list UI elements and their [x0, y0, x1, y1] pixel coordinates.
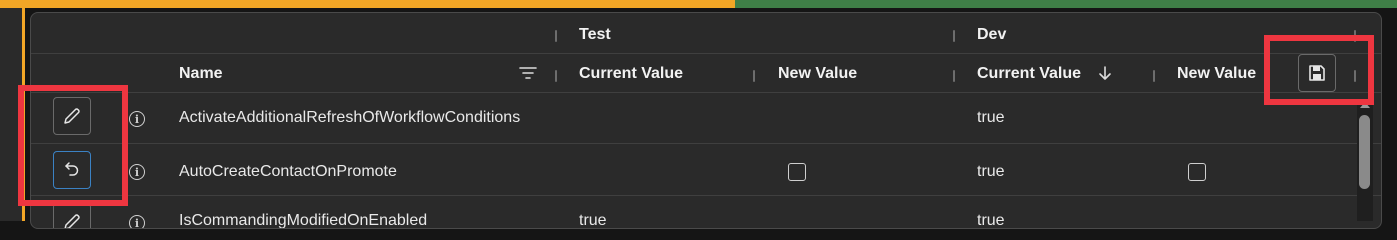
column-header-test-new-value[interactable]: New Value [778, 65, 857, 83]
test-current-value: true [579, 212, 607, 229]
group-header-dev: Dev [977, 26, 1007, 43]
row-divider [31, 53, 1381, 54]
column-header-test-current-value[interactable]: Current Value [579, 65, 683, 83]
column-separator[interactable] [1153, 70, 1155, 82]
filter-icon[interactable] [519, 65, 537, 86]
test-new-value-checkbox[interactable] [788, 163, 806, 181]
column-separator[interactable] [753, 70, 755, 82]
column-separator[interactable] [953, 30, 955, 42]
column-header-dev-current-value[interactable]: Current Value [977, 65, 1081, 83]
setting-name: AutoCreateContactOnPromote [179, 163, 397, 180]
highlight-save [1264, 35, 1374, 105]
column-header-dev-new-value[interactable]: New Value [1177, 65, 1256, 83]
setting-name: ActivateAdditionalRefreshOfWorkflowCondi… [179, 109, 521, 126]
highlight-row-actions [18, 85, 128, 206]
row-divider [31, 143, 1381, 144]
dev-new-value-checkbox[interactable] [1188, 163, 1206, 181]
setting-name: IsCommandingModifiedOnEnabled [179, 212, 428, 229]
environment-strip-dev [735, 0, 1397, 8]
info-icon[interactable]: i [129, 164, 145, 180]
column-header-name[interactable]: Name [179, 65, 223, 83]
info-icon[interactable]: i [129, 111, 145, 127]
row-divider [31, 195, 1381, 196]
row-divider [31, 92, 1381, 93]
pencil-icon [64, 214, 80, 228]
edit-button[interactable] [53, 203, 91, 228]
column-separator[interactable] [555, 70, 557, 82]
group-header-test: Test [579, 26, 611, 43]
dev-current-value: true [977, 109, 1005, 126]
dev-current-value: true [977, 212, 1005, 229]
sort-descending-icon[interactable] [1098, 65, 1112, 86]
settings-grid: Test Dev Name Current Value New Value Cu… [30, 12, 1382, 229]
dev-current-value: true [977, 163, 1005, 180]
column-separator[interactable] [953, 70, 955, 82]
environment-strip-test [0, 0, 735, 8]
info-icon[interactable]: i [129, 215, 145, 228]
column-separator[interactable] [555, 30, 557, 42]
scrollbar-thumb[interactable] [1359, 115, 1370, 189]
